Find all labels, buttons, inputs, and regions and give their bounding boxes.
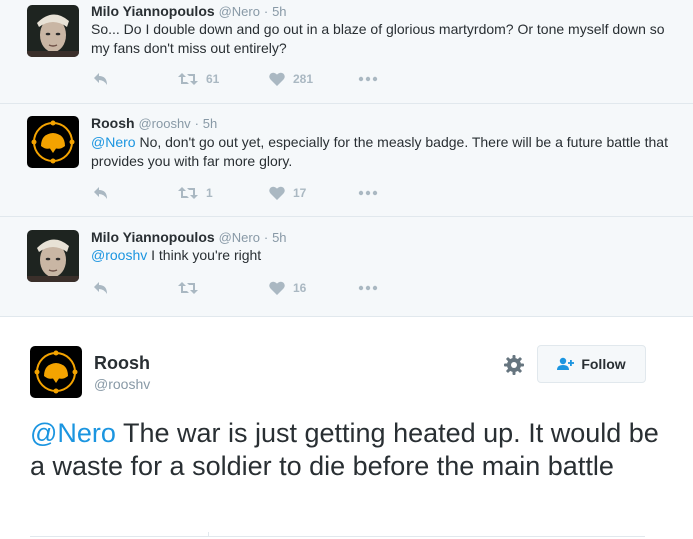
retweet-icon xyxy=(178,73,198,85)
tweet[interactable]: Roosh @rooshv · 5h @Nero No, don't go ou… xyxy=(0,103,693,216)
author-handle[interactable]: @rooshv xyxy=(94,376,150,392)
avatar[interactable] xyxy=(27,116,79,168)
follow-label: Follow xyxy=(581,356,626,372)
tweet-body: I think you're right xyxy=(147,247,262,263)
avatar[interactable] xyxy=(27,230,79,282)
like-button[interactable]: 17 xyxy=(269,184,306,202)
retweet-count: 61 xyxy=(206,72,220,86)
roosh-logo-icon xyxy=(30,346,82,398)
tweet-actions: 61 281 xyxy=(93,70,413,88)
more-dots-icon xyxy=(358,76,378,82)
timestamp[interactable]: 5h xyxy=(272,4,286,19)
retweet-icon xyxy=(178,187,198,199)
expanded-tweet: Roosh @rooshv Follow @Nero The war is ju… xyxy=(0,316,693,539)
settings-gear-button[interactable] xyxy=(503,354,525,376)
roosh-logo-icon xyxy=(27,116,79,168)
reply-button[interactable] xyxy=(93,70,109,88)
tweet-text: @rooshv I think you're right xyxy=(91,246,671,265)
heart-icon xyxy=(269,281,285,295)
tweet-body: So... Do I double down and go out in a b… xyxy=(91,21,665,56)
separator: · xyxy=(263,230,269,245)
author-handle[interactable]: @Nero xyxy=(219,230,260,245)
heart-icon xyxy=(269,186,285,200)
retweet-icon xyxy=(178,282,198,294)
mention-link[interactable]: @Nero xyxy=(30,418,116,448)
tweet-header: Roosh @rooshv · 5h xyxy=(91,115,217,131)
follow-button[interactable]: Follow xyxy=(537,345,646,383)
more-dots-icon xyxy=(358,190,378,196)
author-handle[interactable]: @rooshv xyxy=(138,116,190,131)
retweet-button[interactable]: 61 xyxy=(178,70,219,88)
tweet-actions: 16 xyxy=(93,279,413,297)
tweet-body: No, don't go out yet, especially for the… xyxy=(91,134,668,169)
tweet-body: The war is just getting heated up. It wo… xyxy=(30,418,659,481)
separator: · xyxy=(194,116,199,131)
author-name[interactable]: Roosh xyxy=(91,115,135,131)
add-user-icon xyxy=(557,357,575,370)
like-count: 16 xyxy=(293,281,307,295)
reply-icon xyxy=(94,73,107,85)
retweet-button[interactable] xyxy=(178,279,206,297)
avatar[interactable] xyxy=(30,346,82,398)
divider-tick xyxy=(208,532,209,536)
divider xyxy=(30,532,645,537)
author-name[interactable]: Roosh xyxy=(94,353,150,374)
like-count: 17 xyxy=(293,186,307,200)
like-count: 281 xyxy=(293,72,314,86)
retweet-count: 1 xyxy=(206,186,213,200)
heart-icon xyxy=(269,72,285,86)
conversation-thread: Milo Yiannopoulos @Nero · 5h So... Do I … xyxy=(0,0,693,316)
tweet[interactable]: Milo Yiannopoulos @Nero · 5h @rooshv I t… xyxy=(0,216,693,316)
gear-icon xyxy=(504,355,524,375)
mention-link[interactable]: @rooshv xyxy=(91,247,147,263)
like-button[interactable]: 16 xyxy=(269,279,306,297)
tweet-text: @Nero The war is just getting heated up.… xyxy=(30,417,660,483)
more-button[interactable] xyxy=(358,184,378,202)
more-dots-icon xyxy=(358,285,378,291)
avatar[interactable] xyxy=(27,5,79,57)
more-button[interactable] xyxy=(358,279,378,297)
tweet-text: So... Do I double down and go out in a b… xyxy=(91,20,671,58)
tweet-header: Milo Yiannopoulos @Nero · 5h xyxy=(91,229,287,245)
tweet[interactable]: Milo Yiannopoulos @Nero · 5h So... Do I … xyxy=(0,0,693,103)
timestamp[interactable]: 5h xyxy=(203,116,217,131)
avatar-photo xyxy=(27,230,79,282)
reply-icon xyxy=(94,282,107,294)
author-name[interactable]: Milo Yiannopoulos xyxy=(91,229,215,245)
tweet-text: @Nero No, don't go out yet, especially f… xyxy=(91,133,671,171)
mention-link[interactable]: @Nero xyxy=(91,134,136,150)
tweet-actions: 1 17 xyxy=(93,184,413,202)
timestamp[interactable]: 5h xyxy=(272,230,286,245)
retweet-button[interactable]: 1 xyxy=(178,184,213,202)
separator: · xyxy=(263,4,269,19)
avatar-photo xyxy=(27,5,79,57)
like-button[interactable]: 281 xyxy=(269,70,313,88)
tweet-header: Milo Yiannopoulos @Nero · 5h xyxy=(91,3,287,19)
reply-button[interactable] xyxy=(93,184,109,202)
reply-button[interactable] xyxy=(93,279,109,297)
author-name[interactable]: Milo Yiannopoulos xyxy=(91,3,215,19)
more-button[interactable] xyxy=(358,70,378,88)
author-handle[interactable]: @Nero xyxy=(219,4,260,19)
reply-icon xyxy=(94,187,107,199)
